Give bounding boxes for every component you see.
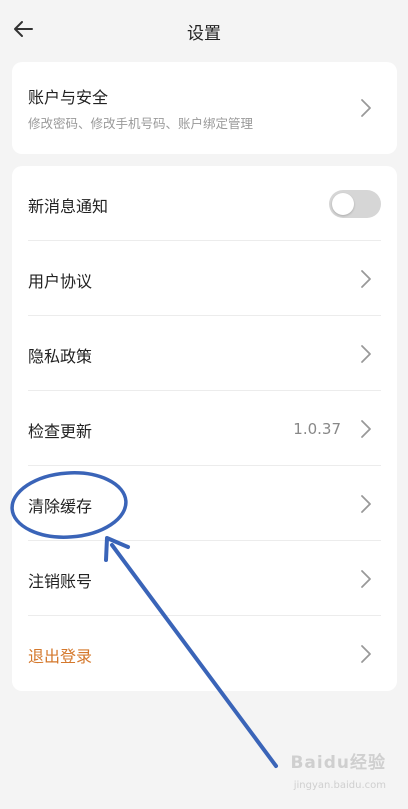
check-update-row[interactable]: 检查更新 1.0.37 (12, 391, 397, 466)
account-card: 账户与安全 修改密码、修改手机号码、账户绑定管理 (12, 62, 397, 154)
page-title: 设置 (187, 24, 221, 44)
cancel-account-row[interactable]: 注销账号 (12, 541, 397, 616)
chevron-right-icon (361, 345, 371, 363)
cancel-account-label: 注销账号 (28, 572, 93, 591)
account-security-row[interactable]: 账户与安全 修改密码、修改手机号码、账户绑定管理 (12, 62, 397, 154)
notification-toggle[interactable] (329, 190, 381, 218)
notification-row: 新消息通知 (12, 166, 397, 241)
clear-cache-label: 清除缓存 (28, 497, 93, 516)
chevron-right-icon (361, 495, 371, 513)
logout-row[interactable]: 退出登录 (12, 616, 397, 691)
user-agreement-label: 用户协议 (28, 272, 93, 291)
watermark-url: jingyan.baidu.com (293, 780, 386, 791)
chevron-right-icon (361, 270, 371, 288)
chevron-right-icon (361, 99, 371, 117)
account-security-subtitle: 修改密码、修改手机号码、账户绑定管理 (28, 116, 254, 131)
top-bar: 设置 (0, 0, 408, 62)
toggle-knob (332, 193, 354, 215)
notification-label: 新消息通知 (28, 197, 109, 216)
privacy-policy-label: 隐私政策 (28, 347, 93, 366)
check-update-label: 检查更新 (28, 422, 93, 441)
user-agreement-row[interactable]: 用户协议 (12, 241, 397, 316)
settings-card: 新消息通知 用户协议 隐私政策 检查更新 1.0.37 清除缓存 注销账号 退出… (12, 166, 397, 691)
account-security-title: 账户与安全 (28, 88, 109, 107)
version-number: 1.0.37 (293, 420, 341, 438)
chevron-right-icon (361, 420, 371, 438)
logout-label: 退出登录 (28, 647, 93, 666)
watermark-brand: Baidu经验 (290, 753, 386, 773)
chevron-right-icon (361, 645, 371, 663)
chevron-right-icon (361, 570, 371, 588)
privacy-policy-row[interactable]: 隐私政策 (12, 316, 397, 391)
clear-cache-row[interactable]: 清除缓存 (12, 466, 397, 541)
